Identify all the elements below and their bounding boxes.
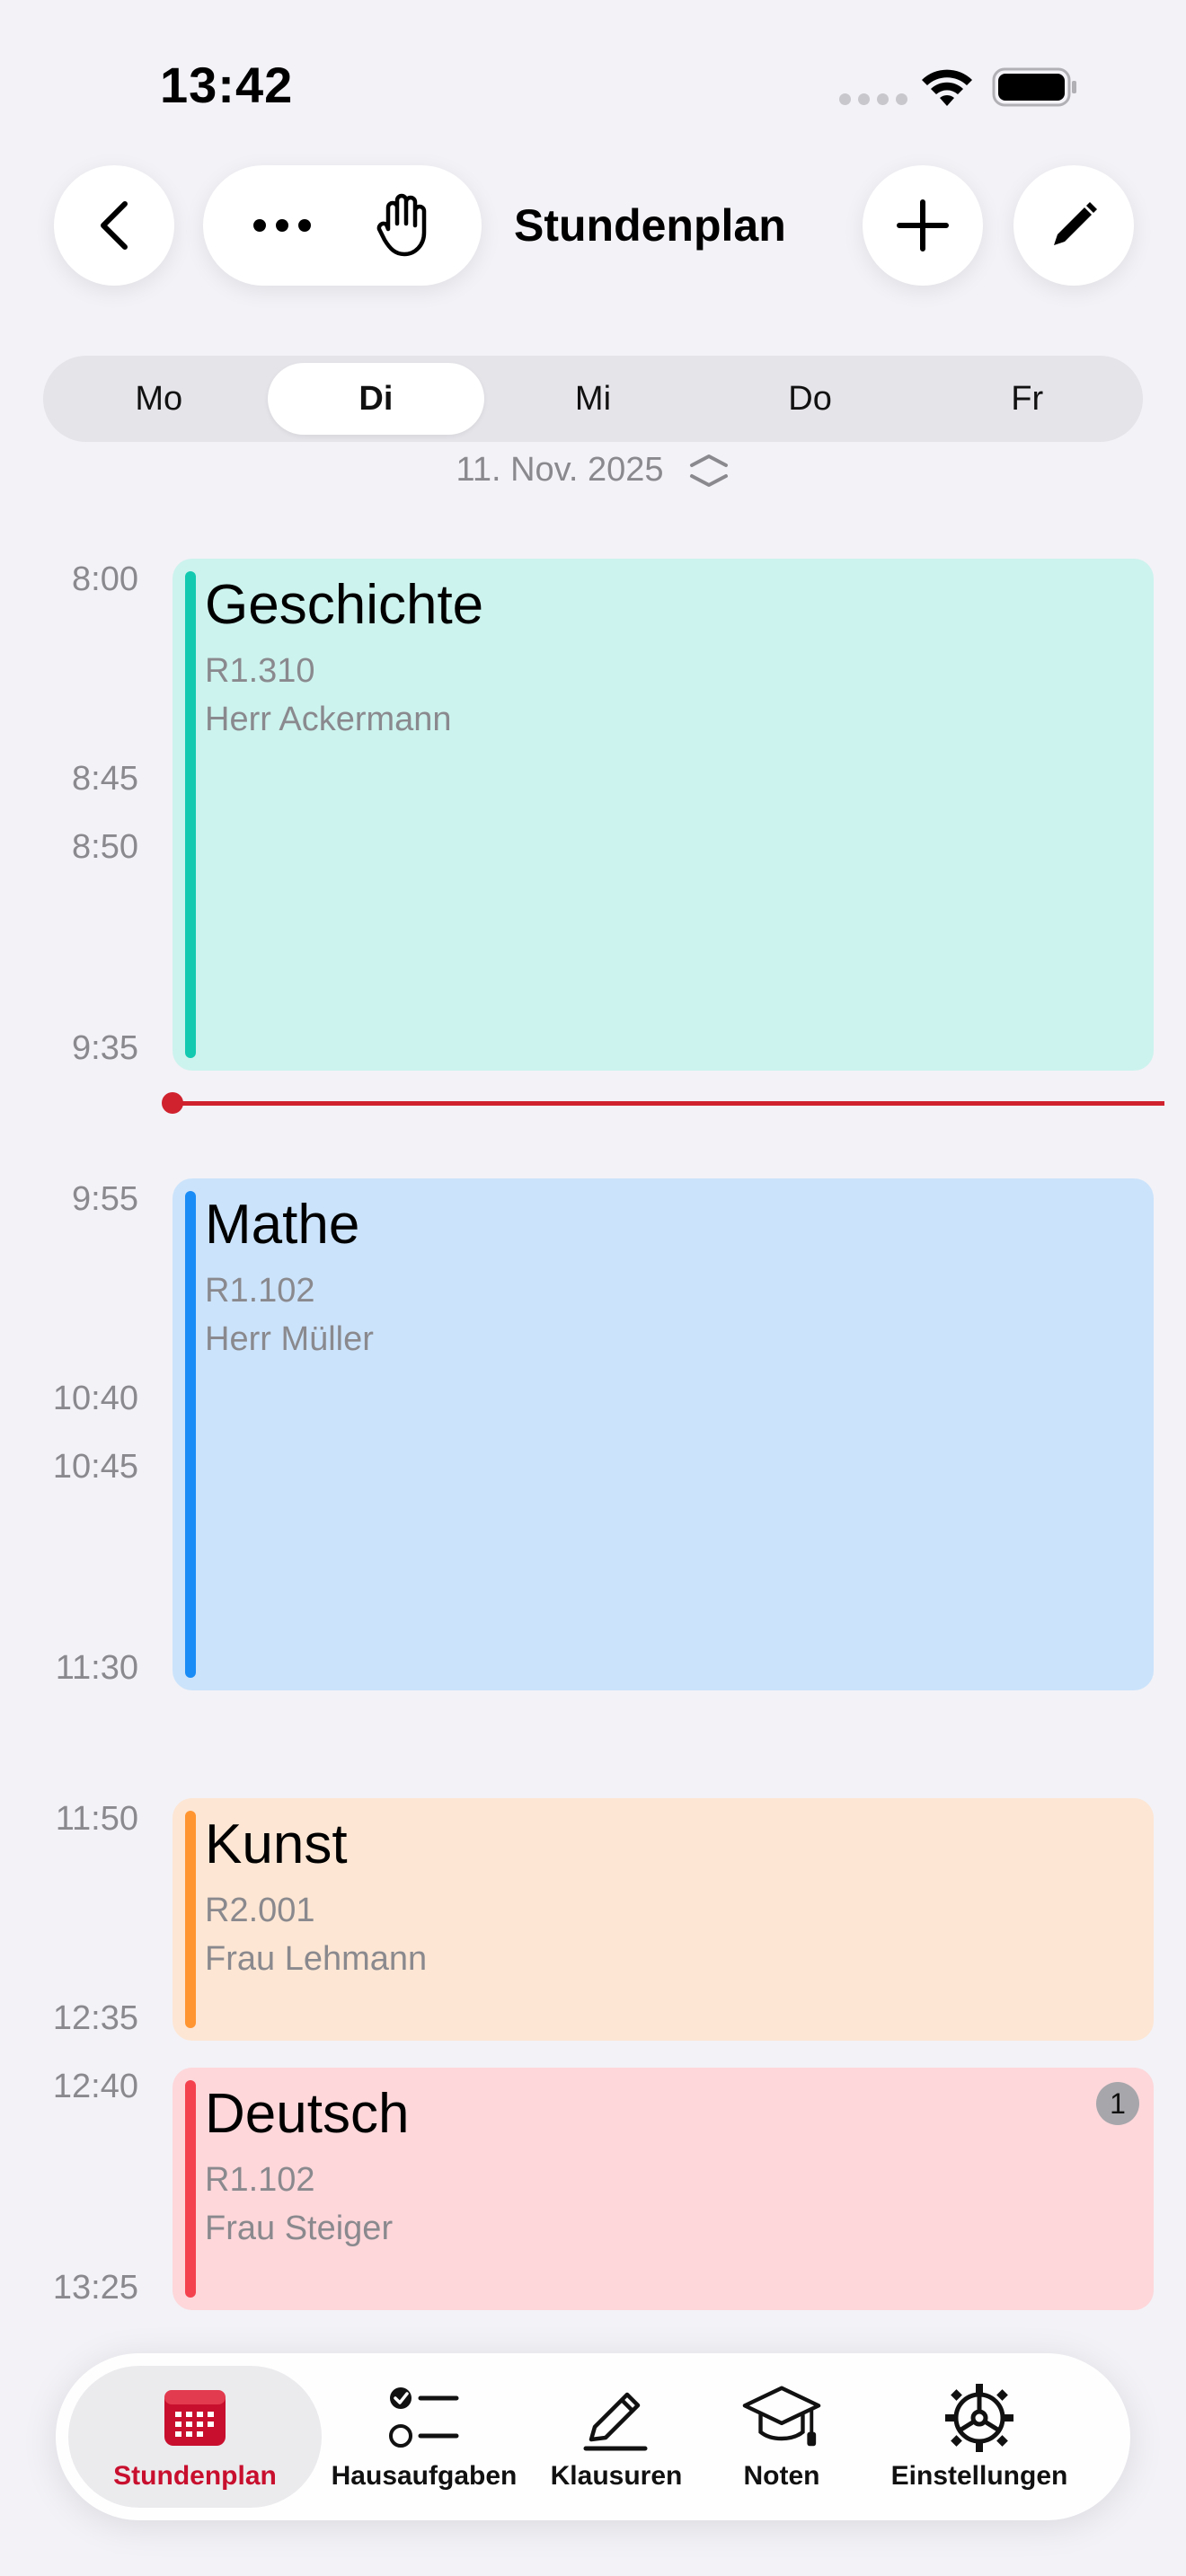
- add-button[interactable]: [863, 165, 983, 286]
- tab-stundenplan[interactable]: Stundenplan: [68, 2366, 322, 2508]
- pencil-icon: [576, 2382, 657, 2454]
- lesson-subject: Kunst: [205, 1813, 348, 1875]
- time-label: 10:45: [52, 1448, 138, 1486]
- tab-label: Einstellungen: [890, 2461, 1068, 2491]
- day-tab-do[interactable]: Do: [702, 363, 919, 435]
- lesson-room: R1.102: [205, 1272, 315, 1310]
- lesson-teacher: Frau Steiger: [205, 2210, 394, 2247]
- page-title: Stundenplan: [514, 200, 786, 251]
- calendar-icon: [155, 2382, 235, 2454]
- lesson-teacher: Herr Müller: [205, 1320, 374, 1358]
- chevron-up-down-icon: [690, 454, 729, 487]
- toolbar-pill: [203, 165, 482, 286]
- tab-bar: Stundenplan Hausaufgaben Klausuren Noten…: [56, 2353, 1130, 2520]
- time-label: 8:45: [72, 760, 138, 798]
- pencil-icon: [1054, 202, 1097, 245]
- time-label: 9:35: [72, 1029, 138, 1067]
- lesson-teacher: Herr Ackermann: [205, 701, 452, 738]
- lesson-accent-bar: [185, 2080, 196, 2298]
- date-label: 11. Nov. 2025: [456, 451, 664, 489]
- day-tab-mo[interactable]: Mo: [50, 363, 268, 435]
- tab-klausuren[interactable]: Klausuren: [527, 2366, 706, 2508]
- current-time-line: [173, 1101, 1164, 1106]
- tab-hausaufgaben[interactable]: Hausaufgaben: [322, 2366, 527, 2508]
- lesson-accent-bar: [185, 571, 196, 1058]
- hand-button[interactable]: [354, 176, 453, 275]
- lesson-room: R1.102: [205, 2161, 315, 2199]
- time-label: 8:00: [72, 560, 138, 598]
- lesson-teacher: Frau Lehmann: [205, 1940, 428, 1978]
- day-tab-mi[interactable]: Mi: [484, 363, 702, 435]
- tab-noten[interactable]: Noten: [706, 2366, 857, 2508]
- tab-label: Hausaufgaben: [331, 2461, 518, 2491]
- lesson-subject: Deutsch: [205, 2083, 410, 2145]
- time-label: 8:50: [72, 828, 138, 866]
- battery-icon: [992, 67, 1076, 107]
- status-time: 13:42: [160, 57, 294, 113]
- lesson-room: R2.001: [205, 1892, 315, 1929]
- time-label: 11:30: [55, 1649, 138, 1687]
- ellipsis-icon: [252, 219, 311, 232]
- wifi-icon: [922, 69, 972, 106]
- graduation-cap-icon: [741, 2382, 822, 2454]
- day-tab-di[interactable]: Di: [267, 363, 485, 435]
- homework-count-badge: 1: [1096, 2082, 1139, 2125]
- lesson-card-kunst[interactable]: Kunst R2.001 Frau Lehmann: [173, 1798, 1154, 2041]
- time-label: 13:25: [52, 2269, 138, 2307]
- tab-label: Stundenplan: [113, 2461, 277, 2491]
- lesson-card-mathe[interactable]: Mathe R1.102 Herr Müller: [173, 1178, 1154, 1690]
- lesson-card-geschichte[interactable]: Geschichte R1.310 Herr Ackermann: [173, 559, 1154, 1071]
- tab-label: Noten: [743, 2461, 820, 2491]
- time-label: 10:40: [52, 1380, 138, 1417]
- lesson-subject: Geschichte: [205, 574, 484, 636]
- gear-icon: [939, 2382, 1020, 2454]
- lesson-accent-bar: [185, 1191, 196, 1678]
- lesson-accent-bar: [185, 1811, 196, 2028]
- lesson-subject: Mathe: [205, 1194, 360, 1256]
- lesson-card-deutsch[interactable]: Deutsch R1.102 Frau Steiger 1: [173, 2068, 1154, 2310]
- time-label: 9:55: [72, 1180, 138, 1218]
- tab-label: Klausuren: [550, 2461, 683, 2491]
- more-button[interactable]: [233, 176, 332, 275]
- day-selector: Mo Di Mi Do Fr: [43, 356, 1143, 442]
- time-label: 11:50: [55, 1800, 138, 1838]
- edit-button[interactable]: [1013, 165, 1134, 286]
- cellular-signal-icon: [839, 93, 907, 105]
- hand-raised-icon: [376, 193, 426, 257]
- tab-einstellungen[interactable]: Einstellungen: [857, 2366, 1102, 2508]
- time-label: 12:35: [52, 1999, 138, 2037]
- time-label: 12:40: [52, 2068, 138, 2105]
- chevron-left-icon: [101, 201, 128, 250]
- back-button[interactable]: [54, 165, 174, 286]
- checklist-icon: [384, 2382, 465, 2454]
- day-tab-fr[interactable]: Fr: [918, 363, 1136, 435]
- date-picker[interactable]: 11. Nov. 2025: [0, 451, 1186, 490]
- plus-icon: [897, 199, 949, 251]
- current-time-dot: [162, 1092, 183, 1114]
- lesson-room: R1.310: [205, 652, 315, 690]
